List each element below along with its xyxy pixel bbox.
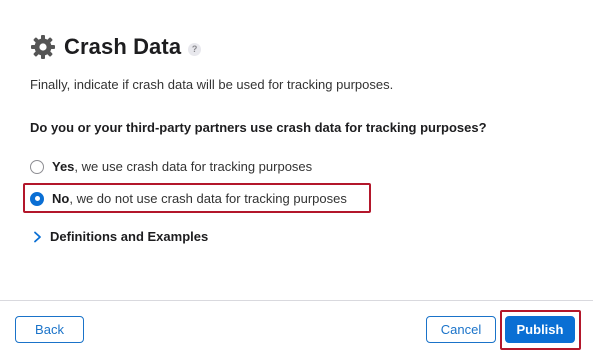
section-header: Crash Data ? xyxy=(30,34,202,60)
question-text: Do you or your third-party partners use … xyxy=(30,120,487,135)
gear-icon xyxy=(30,34,56,60)
help-icon[interactable]: ? xyxy=(188,42,202,56)
option-yes-bold: Yes xyxy=(52,159,75,174)
footer-divider xyxy=(0,300,593,301)
definitions-disclosure[interactable]: Definitions and Examples xyxy=(32,229,208,244)
radio-yes[interactable] xyxy=(30,159,44,174)
radio-no[interactable] xyxy=(30,191,44,206)
option-no[interactable]: No, we do not use crash data for trackin… xyxy=(30,191,347,206)
crash-data-dialog: Crash Data ? Finally, indicate if crash … xyxy=(0,0,593,356)
intro-text: Finally, indicate if crash data will be … xyxy=(30,77,394,92)
option-yes-text: , we use crash data for tracking purpose… xyxy=(74,159,313,174)
option-no-text: , we do not use crash data for tracking … xyxy=(69,191,347,206)
disclosure-label: Definitions and Examples xyxy=(50,229,209,244)
option-no-label[interactable]: No, we do not use crash data for trackin… xyxy=(52,191,347,206)
cancel-button[interactable]: Cancel xyxy=(426,316,496,343)
page-title: Crash Data xyxy=(64,34,182,59)
option-yes[interactable]: Yes, we use crash data for tracking purp… xyxy=(30,159,312,174)
back-button[interactable]: Back xyxy=(15,316,84,343)
option-no-bold: No xyxy=(52,191,70,206)
chevron-right-icon xyxy=(32,231,42,243)
option-yes-label[interactable]: Yes, we use crash data for tracking purp… xyxy=(52,159,312,174)
publish-button[interactable]: Publish xyxy=(505,316,575,343)
